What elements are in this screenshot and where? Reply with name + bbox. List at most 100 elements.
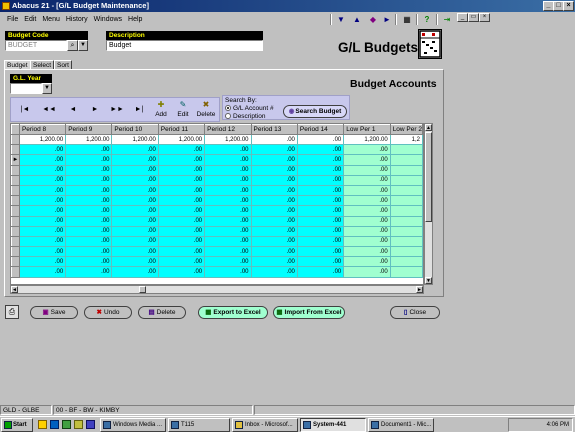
table-cell[interactable]: .00: [19, 154, 67, 166]
description-field[interactable]: Budget: [106, 40, 263, 51]
row-selector[interactable]: [11, 184, 20, 197]
table-cell[interactable]: .00: [343, 266, 391, 278]
table-cell[interactable]: .00: [204, 256, 252, 268]
quicklaunch-word-icon[interactable]: [86, 420, 95, 429]
table-cell[interactable]: .00: [343, 185, 391, 197]
table-cell[interactable]: .00: [65, 185, 113, 197]
table-cell[interactable]: .00: [204, 216, 252, 227]
table-cell[interactable]: .00: [111, 236, 159, 248]
task-windows-media[interactable]: Windows Media ...: [100, 418, 166, 432]
table-row[interactable]: .00.00.00.00.00.00.00.00: [11, 205, 423, 217]
table-cell[interactable]: .00: [19, 185, 67, 197]
table-cell[interactable]: .00: [343, 226, 391, 237]
table-cell[interactable]: .00: [19, 205, 67, 217]
table-cell[interactable]: .00: [19, 266, 67, 278]
column-header[interactable]: Period 10: [111, 124, 159, 135]
table-cell[interactable]: .00: [65, 165, 113, 176]
table-cell[interactable]: .00: [251, 134, 298, 146]
table-cell[interactable]: .00: [343, 236, 391, 248]
table-cell[interactable]: .00: [19, 256, 67, 268]
row-selector[interactable]: [11, 164, 20, 176]
table-cell[interactable]: 1,200.00: [19, 134, 67, 146]
row-selector[interactable]: [11, 215, 20, 227]
column-header[interactable]: Period 11: [157, 124, 206, 135]
table-cell[interactable]: .00: [204, 195, 252, 207]
table-cell[interactable]: .00: [204, 205, 252, 217]
table-cell[interactable]: .00: [111, 144, 159, 156]
table-cell[interactable]: [390, 154, 423, 166]
table-cell[interactable]: 1,200.00: [65, 134, 113, 146]
table-cell[interactable]: .00: [19, 246, 67, 258]
delete-action-button[interactable]: ✖ Delete: [194, 100, 218, 118]
grid-vertical-scrollbar[interactable]: ▲ ▼: [424, 123, 433, 285]
task-t115[interactable]: T115: [168, 418, 230, 432]
table-cell[interactable]: .00: [111, 226, 159, 237]
table-cell[interactable]: .00: [65, 236, 113, 248]
add-button[interactable]: ✚ Add: [149, 100, 173, 118]
table-cell[interactable]: .00: [111, 154, 159, 166]
next-page-button[interactable]: ►►: [107, 103, 127, 117]
table-cell[interactable]: .00: [297, 266, 345, 278]
row-selector[interactable]: [11, 225, 20, 237]
radio-icon[interactable]: [225, 113, 231, 120]
row-selector[interactable]: [11, 256, 20, 268]
table-cell[interactable]: .00: [158, 216, 206, 227]
table-cell[interactable]: .00: [251, 216, 298, 227]
table-cell[interactable]: .00: [158, 144, 206, 156]
table-cell[interactable]: .00: [297, 205, 345, 217]
table-row[interactable]: .00.00.00.00.00.00.00.00: [11, 266, 423, 278]
arrow-right-icon[interactable]: ►: [380, 13, 394, 26]
table-cell[interactable]: .00: [65, 144, 113, 156]
table-cell[interactable]: .00: [343, 154, 391, 166]
table-cell[interactable]: [390, 266, 423, 278]
table-cell[interactable]: .00: [111, 195, 159, 207]
table-cell[interactable]: .00: [251, 246, 298, 258]
budget-code-field[interactable]: BUDGET: [5, 40, 67, 51]
table-cell[interactable]: 1,200.00: [343, 134, 391, 146]
table-cell[interactable]: .00: [204, 165, 252, 176]
table-cell[interactable]: .00: [19, 144, 67, 156]
table-row[interactable]: .00.00.00.00.00.00.00.00: [11, 174, 423, 186]
table-cell[interactable]: .00: [65, 205, 113, 217]
table-cell[interactable]: 1,2: [390, 134, 423, 146]
row-selector[interactable]: [11, 205, 20, 217]
table-cell[interactable]: .00: [65, 216, 113, 227]
menu-history[interactable]: History: [63, 12, 91, 27]
row-selector[interactable]: [11, 144, 20, 156]
table-cell[interactable]: .00: [111, 256, 159, 268]
last-record-button[interactable]: ►|: [129, 103, 149, 117]
close-icon[interactable]: ×: [563, 1, 574, 11]
task-system-441[interactable]: System-441: [300, 418, 366, 432]
menu-windows[interactable]: Windows: [91, 12, 125, 27]
table-cell[interactable]: .00: [297, 236, 345, 248]
budget-grid[interactable]: Period 8 Period 9 Period 10 Period 11 Period…: [10, 123, 424, 285]
table-cell[interactable]: .00: [158, 154, 206, 166]
table-row[interactable]: .00.00.00.00.00.00.00.00: [11, 215, 423, 227]
table-cell[interactable]: .00: [251, 256, 298, 268]
table-cell[interactable]: .00: [297, 256, 345, 268]
table-cell[interactable]: 1,200.00: [111, 134, 159, 146]
table-cell[interactable]: .00: [204, 246, 252, 258]
menu-file[interactable]: File: [0, 12, 21, 27]
table-cell[interactable]: .00: [251, 175, 298, 186]
table-cell[interactable]: .00: [343, 165, 391, 176]
row-selector[interactable]: [11, 195, 20, 207]
table-cell[interactable]: .00: [111, 266, 159, 278]
menu-help[interactable]: Help: [125, 12, 145, 27]
help-icon[interactable]: ?: [420, 13, 434, 26]
table-cell[interactable]: .00: [158, 246, 206, 258]
task-document1[interactable]: Document1 - Mic...: [368, 418, 434, 432]
table-cell[interactable]: .00: [65, 256, 113, 268]
scroll-left-icon[interactable]: ◄: [11, 286, 18, 293]
table-cell[interactable]: .00: [204, 226, 252, 237]
table-cell[interactable]: .00: [251, 144, 298, 156]
column-header[interactable]: Period 13: [250, 124, 298, 135]
table-cell[interactable]: .00: [343, 256, 391, 268]
table-cell[interactable]: .00: [204, 144, 252, 156]
first-record-button[interactable]: |◄: [15, 103, 35, 117]
table-cell[interactable]: [390, 236, 423, 248]
table-cell[interactable]: [390, 256, 423, 268]
toolbar-minimize-icon[interactable]: _: [457, 13, 468, 22]
table-cell[interactable]: .00: [19, 226, 67, 237]
undo-button[interactable]: ✖ Undo: [84, 306, 132, 319]
